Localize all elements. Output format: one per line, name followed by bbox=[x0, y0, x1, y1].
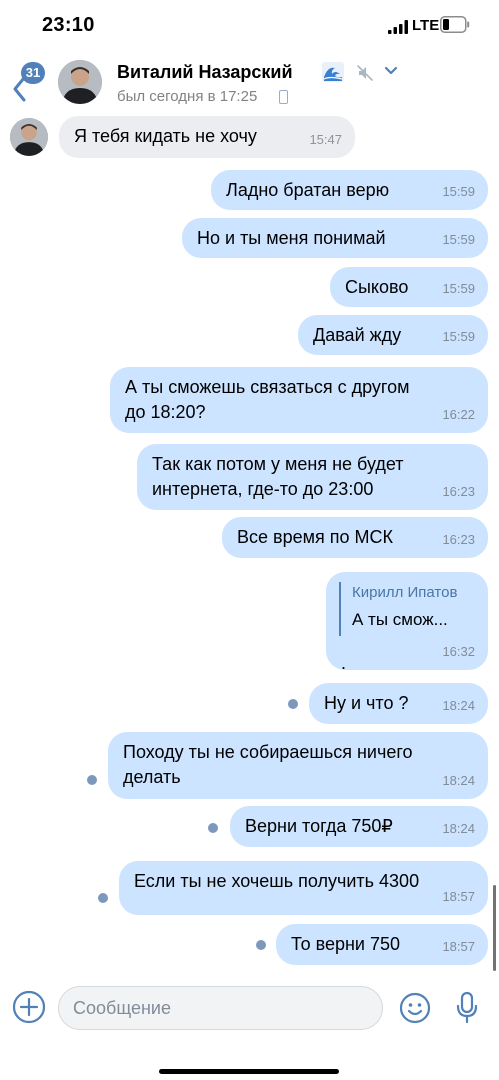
contact-avatar[interactable] bbox=[58, 60, 102, 104]
attach-plus-button[interactable] bbox=[12, 990, 46, 1024]
message-text: Если ты не хочешь получить 4300 bbox=[134, 871, 420, 891]
unread-indicator bbox=[87, 775, 97, 785]
outgoing-message[interactable]: Походу ты не собираешься ничего делать 1… bbox=[108, 732, 488, 799]
message-time: 16:22 bbox=[442, 407, 475, 422]
outgoing-message[interactable]: Сыково 15:59 bbox=[330, 267, 488, 307]
message-time: 18:57 bbox=[442, 889, 475, 904]
message-composer bbox=[0, 980, 499, 1080]
signal-icon bbox=[388, 20, 408, 34]
outgoing-message[interactable]: Но и ты меня понимай 15:59 bbox=[182, 218, 488, 258]
status-time: 23:10 bbox=[42, 14, 95, 36]
message-text: Давай жду bbox=[313, 325, 402, 345]
quoted-text[interactable]: А ты смож... bbox=[352, 607, 448, 632]
unread-count-badge[interactable]: 31 bbox=[21, 62, 45, 84]
outgoing-message[interactable]: Если ты не хочешь получить 4300 18:57 bbox=[119, 861, 488, 915]
message-time: 15:59 bbox=[442, 232, 475, 247]
mobile-phone-icon bbox=[279, 90, 288, 104]
outgoing-message[interactable]: А ты сможешь связаться с другом до 18:20… bbox=[110, 367, 488, 433]
unread-indicator bbox=[98, 893, 108, 903]
message-time: 18:57 bbox=[442, 939, 475, 954]
quoted-author[interactable]: Кирилл Ипатов bbox=[352, 580, 457, 605]
outgoing-message[interactable]: Верни тогда 750₽ 18:24 bbox=[230, 806, 488, 847]
message-list[interactable]: Я тебя кидать не хочу 15:47 Ладно братан… bbox=[0, 112, 499, 980]
outgoing-message[interactable]: Все время по МСК 16:23 bbox=[222, 517, 488, 558]
outgoing-message[interactable]: Ладно братан верю 15:59 bbox=[211, 170, 488, 210]
message-text: Ладно братан верю bbox=[226, 180, 390, 200]
chevron-down-icon[interactable] bbox=[384, 66, 398, 76]
last-seen-status: был сегодня в 17:25 bbox=[117, 88, 258, 105]
sender-avatar[interactable] bbox=[10, 118, 48, 156]
contact-name[interactable]: Виталий Назарский bbox=[117, 62, 293, 83]
message-time: 18:24 bbox=[442, 821, 475, 836]
message-time: 15:59 bbox=[442, 281, 475, 296]
message-text: То верни 750 bbox=[291, 934, 401, 954]
status-bar: 23:10 LTE bbox=[0, 0, 499, 54]
home-indicator bbox=[159, 1069, 339, 1074]
message-input[interactable] bbox=[58, 986, 383, 1030]
message-text: Все время по МСК bbox=[237, 527, 393, 547]
outgoing-message[interactable]: Так как потом у меня не будет интернета,… bbox=[137, 444, 488, 510]
smiley-sticker-icon[interactable] bbox=[399, 992, 431, 1024]
wave-icon bbox=[322, 62, 344, 82]
message-text: Так как потом у меня не будет интернета,… bbox=[152, 454, 404, 499]
outgoing-message[interactable]: То верни 750 18:57 bbox=[276, 924, 488, 965]
network-type-label: LTE bbox=[412, 17, 440, 34]
message-time: 16:32 bbox=[442, 644, 475, 659]
chat-header: 31 Виталий Назарский был сегодня в 17:25 bbox=[0, 54, 499, 112]
outgoing-message[interactable]: Ну и что ? 18:24 bbox=[309, 683, 488, 724]
quote-bar bbox=[339, 582, 341, 636]
message-time: 18:24 bbox=[442, 698, 475, 713]
unread-indicator bbox=[208, 823, 218, 833]
message-text: А ты сможешь связаться с другом до 18:20… bbox=[125, 377, 410, 422]
message-text: . bbox=[341, 653, 347, 673]
message-text: Сыково bbox=[345, 277, 409, 297]
message-time: 16:23 bbox=[442, 484, 475, 499]
message-time: 15:59 bbox=[442, 184, 475, 199]
message-time: 15:59 bbox=[442, 329, 475, 344]
message-text: Верни тогда 750₽ bbox=[245, 816, 393, 836]
incoming-message[interactable]: Я тебя кидать не хочу 15:47 bbox=[59, 116, 355, 158]
message-time: 18:24 bbox=[442, 773, 475, 788]
message-text: Ну и что ? bbox=[324, 693, 409, 713]
scrollbar[interactable] bbox=[493, 885, 496, 971]
muted-icon bbox=[357, 65, 373, 81]
microphone-icon[interactable] bbox=[455, 991, 479, 1025]
outgoing-message-with-reply[interactable]: Кирилл Ипатов А ты смож... . 16:32 bbox=[326, 572, 488, 673]
message-time: 16:23 bbox=[442, 532, 475, 547]
unread-indicator bbox=[256, 940, 266, 950]
battery-icon bbox=[440, 16, 470, 33]
unread-indicator bbox=[288, 699, 298, 709]
message-text: Я тебя кидать не хочу bbox=[74, 126, 257, 146]
message-text: Но и ты меня понимай bbox=[197, 228, 386, 248]
message-text: Походу ты не собираешься ничего делать bbox=[123, 742, 413, 787]
message-time: 15:47 bbox=[309, 132, 342, 147]
outgoing-message[interactable]: Давай жду 15:59 bbox=[298, 315, 488, 355]
